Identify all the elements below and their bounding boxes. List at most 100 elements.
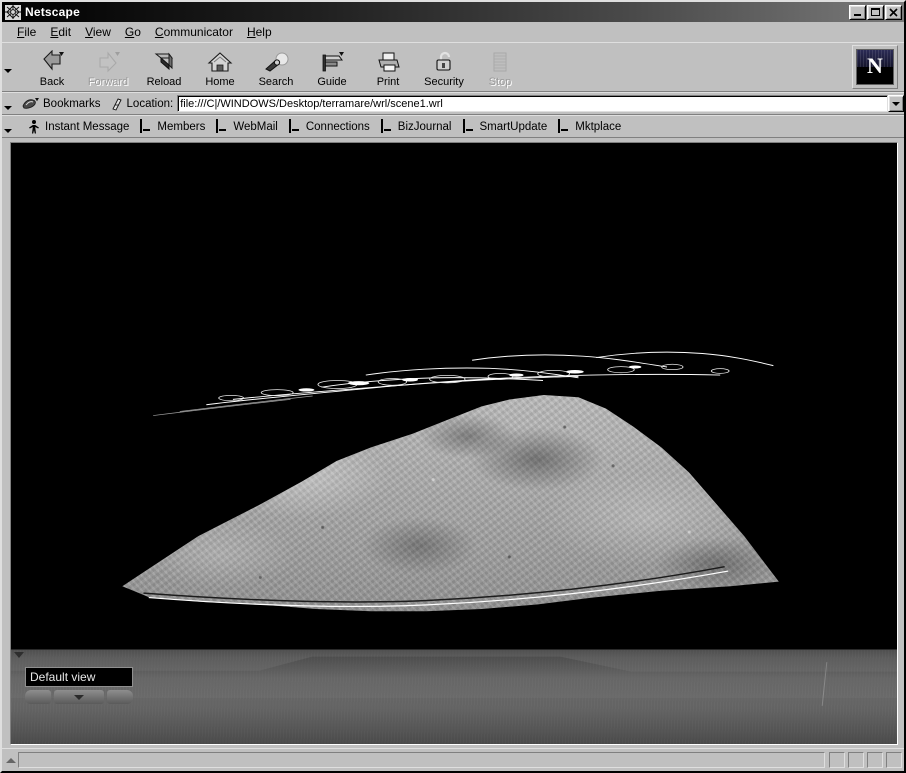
personal-toolbar: Instant Message Members WebMail Connecti… — [2, 115, 904, 138]
window-controls — [849, 4, 902, 20]
search-button-label: Search — [258, 76, 294, 88]
personal-item-mktplace[interactable]: Mktplace — [555, 118, 627, 135]
location-label-group[interactable]: Location: — [105, 97, 178, 111]
chevron-down-icon — [74, 694, 84, 700]
personal-item-label: Connections — [305, 120, 370, 133]
bookmark-page-icon — [380, 118, 394, 134]
printer-icon — [372, 49, 404, 75]
maximize-icon — [868, 6, 883, 19]
reload-button-label: Reload — [146, 76, 182, 88]
cosmo-player-dashboard: Default view — [11, 649, 897, 744]
padlock-icon — [428, 49, 460, 75]
menu-bar: File Edit View Go Communicator Help — [2, 22, 904, 42]
back-button-label: Back — [39, 76, 65, 88]
browser-content-area: Default view — [2, 138, 904, 748]
menu-item-help[interactable]: Help — [240, 23, 279, 41]
back-button[interactable]: Back — [25, 46, 79, 88]
menu-label-file: ile — [24, 24, 37, 39]
personal-item-members[interactable]: Members — [137, 118, 211, 135]
status-icon-security[interactable] — [848, 752, 864, 768]
personal-item-smartupdate[interactable]: SmartUpdate — [460, 118, 554, 135]
close-icon — [886, 6, 901, 19]
bookmark-page-icon — [288, 118, 302, 134]
person-icon — [28, 120, 41, 134]
location-bar: Bookmarks Location: file:///C|/WINDOWS/D… — [2, 92, 904, 115]
reload-button[interactable]: Reload — [137, 46, 191, 88]
menu-item-view[interactable]: View — [78, 23, 118, 41]
minimize-button[interactable] — [849, 4, 866, 20]
minimize-icon — [850, 6, 865, 19]
bookmarks-button[interactable]: Bookmarks — [17, 97, 105, 111]
reload-icon — [148, 49, 180, 75]
netscape-logo-letter: N — [867, 52, 883, 78]
terrain-mesh — [122, 394, 779, 612]
viewpoint-display[interactable]: Default view — [25, 667, 133, 687]
forward-button-label: Forward — [87, 76, 129, 88]
home-button[interactable]: Home — [193, 46, 247, 88]
print-button[interactable]: Print — [361, 46, 415, 88]
bookmark-page-icon — [462, 118, 476, 134]
bookmarks-label: Bookmarks — [43, 97, 101, 110]
personal-item-label: WebMail — [233, 120, 278, 133]
status-icon-group — [825, 752, 902, 768]
dashboard-collapse-icon[interactable] — [14, 652, 24, 658]
viewpoint-controls — [25, 690, 133, 704]
window-title: Netscape — [25, 5, 80, 19]
bookmark-page-icon — [140, 118, 153, 134]
status-icon-mail[interactable] — [867, 752, 883, 768]
personal-item-connections[interactable]: Connections — [286, 118, 376, 135]
viewpoint-name: Default view — [30, 670, 96, 684]
location-dropdown-button[interactable] — [888, 95, 904, 112]
search-flashlight-icon — [260, 49, 292, 75]
status-icon-tasks[interactable] — [886, 752, 902, 768]
toolbar-button-group: Back Forward Reload Home Search Guide Pr… — [11, 46, 527, 88]
stop-button[interactable]: Stop — [473, 46, 527, 88]
back-arrow-icon — [36, 49, 68, 75]
netscape-window: Netscape File Edit View Go Communicator … — [0, 0, 906, 773]
vrml-3d-viewport[interactable] — [11, 143, 897, 649]
personal-item-label: Instant Message — [45, 120, 130, 133]
location-input[interactable]: file:///C|/WINDOWS/Desktop/terramare/wrl… — [177, 95, 888, 112]
forward-button[interactable]: Forward — [81, 46, 135, 88]
print-button-label: Print — [376, 76, 400, 88]
location-url-text: file:///C|/WINDOWS/Desktop/terramare/wrl… — [180, 97, 443, 110]
resize-grip-icon[interactable] — [4, 752, 18, 768]
search-button[interactable]: Search — [249, 46, 303, 88]
coastline-contours — [100, 340, 809, 421]
guide-button-label: Guide — [317, 76, 347, 88]
home-icon — [204, 49, 236, 75]
chevron-down-icon — [892, 101, 900, 106]
dashboard-relief-band — [11, 656, 897, 698]
security-button[interactable]: Security — [417, 46, 471, 88]
personal-item-bizjournal[interactable]: BizJournal — [378, 118, 458, 135]
personal-item-label: SmartUpdate — [479, 120, 548, 133]
stop-button-label: Stop — [488, 76, 512, 88]
guide-button[interactable]: Guide — [305, 46, 359, 88]
personal-item-instant-message[interactable]: Instant Message — [25, 119, 135, 135]
menu-item-communicator[interactable]: Communicator — [148, 23, 240, 41]
personal-item-webmail[interactable]: WebMail — [213, 118, 284, 135]
viewpoint-prev-button[interactable] — [25, 690, 51, 704]
maximize-button[interactable] — [867, 4, 884, 20]
menu-item-go[interactable]: Go — [118, 23, 148, 41]
menu-item-file[interactable]: File — [10, 23, 43, 41]
collapse-arrow-icon — [4, 105, 12, 110]
title-bar: Netscape — [2, 2, 904, 22]
page-link-icon — [109, 97, 124, 111]
viewpoint-next-button[interactable] — [107, 690, 133, 704]
status-icon-online[interactable] — [829, 752, 845, 768]
personal-toolbar-items: Instant Message Members WebMail Connecti… — [11, 118, 627, 135]
netscape-n-icon: N — [856, 49, 894, 85]
menu-item-edit[interactable]: Edit — [43, 23, 78, 41]
bookmark-icon — [21, 97, 40, 111]
netscape-logo-button[interactable]: N — [852, 45, 898, 89]
home-button-label: Home — [205, 76, 235, 88]
forward-arrow-icon — [92, 49, 124, 75]
close-button[interactable] — [885, 4, 902, 20]
guide-signpost-icon — [316, 49, 348, 75]
status-bar — [2, 748, 904, 771]
viewpoint-list-button[interactable] — [54, 690, 104, 704]
bookmark-page-icon — [216, 118, 229, 134]
personal-item-label: Members — [157, 120, 206, 133]
netscape-ship-icon — [5, 4, 21, 20]
